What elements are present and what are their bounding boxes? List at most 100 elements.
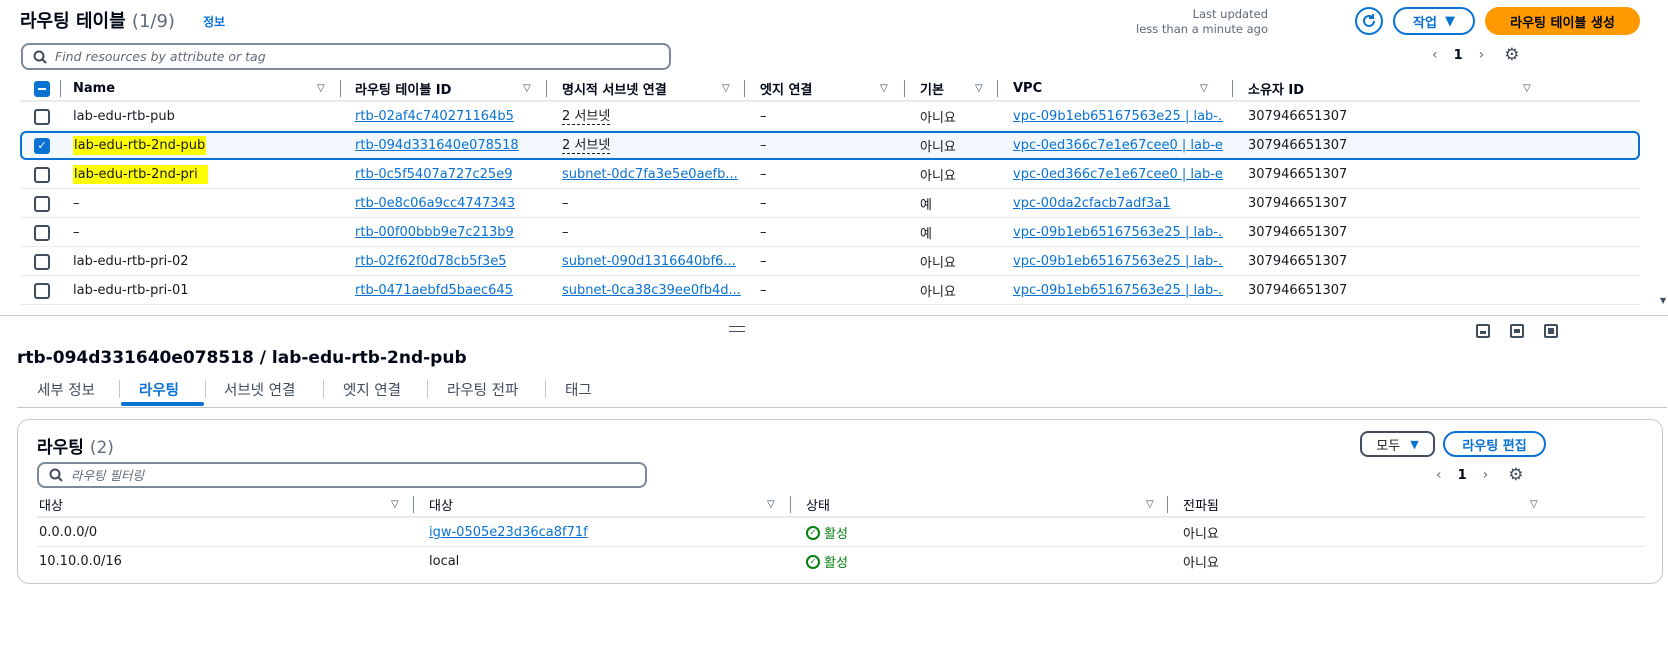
row-checkbox[interactable]	[34, 224, 50, 241]
highlighted-name: lab-edu-rtb-2nd-pub	[73, 136, 207, 155]
search-input[interactable]	[55, 49, 615, 64]
igw-link[interactable]: igw-0505e23d36ca8f71f	[429, 518, 588, 547]
sort-icon: ▽	[317, 83, 325, 94]
panel-full-icon[interactable]	[1544, 324, 1558, 338]
routes-filter-input[interactable]	[71, 467, 611, 483]
caret-down-icon: ▼	[1410, 437, 1419, 451]
vpc-link[interactable]: vpc-09b1eb65167563e25 | lab-...	[1013, 247, 1223, 276]
tab-routes[interactable]: 라우팅	[139, 374, 179, 405]
col-edge[interactable]: 엣지 연결 ▽	[760, 75, 920, 102]
vpc-link[interactable]: vpc-0ed366c7e1e67cee0 | lab-e...	[1013, 131, 1223, 160]
tab-tags[interactable]: 태그	[565, 374, 592, 405]
panel-middle-icon[interactable]	[1510, 324, 1524, 338]
panel-splitter[interactable]	[0, 315, 1668, 316]
subnet-count[interactable]: 2 서브넷	[562, 109, 611, 125]
edit-routes-button[interactable]: 라우팅 편집	[1443, 431, 1546, 457]
next-page-icon[interactable]: ›	[1483, 467, 1489, 483]
vpc-link[interactable]: vpc-00da2cfacb7adf3a1	[1013, 189, 1223, 218]
row-checkbox[interactable]	[34, 195, 50, 212]
route-tables-header: 라우팅 테이블 (1/9) 정보 Last updated less than …	[0, 0, 1668, 40]
table-row[interactable]: – rtb-00f00bbb9e7c213b9 – – 예 vpc-09b1eb…	[20, 218, 1640, 247]
row-checkbox-checked[interactable]: ✓	[34, 137, 50, 154]
info-link[interactable]: 정보	[203, 13, 225, 30]
settings-gear-icon[interactable]: ⚙	[1508, 465, 1523, 485]
actions-button[interactable]: 작업 ▼	[1393, 7, 1475, 35]
subnet-count[interactable]: 2 서브넷	[562, 138, 611, 154]
sort-icon: ▽	[880, 83, 888, 94]
route-tables-table: Name ▽ 라우팅 테이블 ID ▽ 명시적 서브넷 연결 ▽ 엣지 연결 ▽ 기본 ▽…	[20, 75, 1640, 305]
prev-page-icon[interactable]: ‹	[1432, 47, 1438, 63]
route-table-id-link[interactable]: rtb-0e8c06a9cc4747343	[355, 189, 515, 218]
row-checkbox[interactable]	[34, 282, 50, 299]
table-row[interactable]: – rtb-0e8c06a9cc4747343 – – 예 vpc-00da2c…	[20, 189, 1640, 218]
page-title: 라우팅 테이블 (1/9)	[20, 11, 175, 32]
routes-table: 대상 ▽ 대상 ▽ 상태 ▽ 전파됨 ▽ 0.0.0.0/0 igw-0505e23d3…	[37, 491, 1645, 576]
table-row[interactable]: lab-edu-rtb-pub rtb-02af4c740271164b5 2 …	[20, 102, 1640, 131]
filter-all-dropdown[interactable]: 모두 ▼	[1360, 431, 1435, 457]
col-destination[interactable]: 대상 ▽	[39, 491, 401, 518]
next-page-icon[interactable]: ›	[1479, 47, 1485, 63]
col-propagated[interactable]: 전파됨 ▽	[1183, 491, 1543, 518]
refresh-button[interactable]	[1355, 7, 1383, 35]
col-vpc[interactable]: VPC ▽	[1013, 75, 1233, 102]
panel-bottom-icon[interactable]	[1476, 324, 1490, 338]
tab-subnet-associations[interactable]: 서브넷 연결	[224, 374, 295, 405]
search-field[interactable]	[21, 43, 671, 70]
create-route-table-button[interactable]: 라우팅 테이블 생성	[1485, 7, 1640, 35]
status-active: 활성	[824, 556, 848, 571]
refresh-icon	[1363, 14, 1375, 27]
route-table-id-link[interactable]: rtb-0471aebfd5baec645	[355, 276, 513, 305]
col-target[interactable]: 대상 ▽	[429, 491, 779, 518]
scroll-down-icon[interactable]: ▼	[1660, 296, 1666, 305]
vpc-link[interactable]: vpc-09b1eb65167563e25 | lab-...	[1013, 218, 1223, 247]
row-checkbox[interactable]	[34, 166, 50, 183]
sort-icon: ▽	[1146, 499, 1154, 510]
select-all-checkbox[interactable]	[34, 80, 50, 97]
route-table-id-link[interactable]: rtb-02af4c740271164b5	[355, 102, 514, 131]
drag-handle-icon[interactable]	[729, 326, 745, 332]
routes-title: 라우팅 (2)	[37, 438, 114, 458]
col-explicit-subnet[interactable]: 명시적 서브넷 연결 ▽	[562, 75, 757, 102]
table-row[interactable]: lab-edu-rtb-pri-02 rtb-02f62f0d78cb5f3e5…	[20, 247, 1640, 276]
col-route-table-id[interactable]: 라우팅 테이블 ID ▽	[355, 75, 547, 102]
col-name[interactable]: Name ▽	[73, 75, 338, 102]
tab-edge-associations[interactable]: 엣지 연결	[343, 374, 401, 405]
col-status[interactable]: 상태 ▽	[806, 491, 1166, 518]
subnet-link[interactable]: subnet-090d1316640bf6...	[562, 247, 742, 276]
table-row[interactable]: lab-edu-rtb-pri-01 rtb-0471aebfd5baec645…	[20, 276, 1640, 305]
table-row[interactable]: lab-edu-rtb-2nd-pri rtb-0c5f5407a727c25e…	[20, 160, 1640, 189]
current-page[interactable]: 1	[1454, 48, 1463, 63]
sort-icon: ▽	[1200, 83, 1208, 94]
vertical-scrollbar[interactable]: ▼	[1660, 0, 1668, 315]
subnet-link[interactable]: subnet-0ca38c39ee0fb4d...	[562, 276, 742, 305]
status-active: 활성	[824, 527, 848, 542]
subnet-link[interactable]: subnet-0dc7fa3e5e0aefb...	[562, 160, 742, 189]
tab-route-propagation[interactable]: 라우팅 전파	[447, 374, 518, 405]
active-tab-indicator	[121, 402, 204, 406]
route-table-id-link[interactable]: rtb-00f00bbb9e7c213b9	[355, 218, 514, 247]
route-table-id-link[interactable]: rtb-0c5f5407a727c25e9	[355, 160, 512, 189]
col-main[interactable]: 기본 ▽	[920, 75, 1000, 102]
route-table-id-link[interactable]: rtb-02f62f0d78cb5f3e5	[355, 247, 506, 276]
routes-header-row: 대상 ▽ 대상 ▽ 상태 ▽ 전파됨 ▽	[37, 491, 1645, 518]
route-table-id-link[interactable]: rtb-094d331640e078518	[355, 131, 519, 160]
current-page[interactable]: 1	[1458, 468, 1467, 483]
row-checkbox[interactable]	[34, 108, 50, 125]
routes-filter-field[interactable]	[37, 462, 647, 488]
route-row: 10.10.0.0/16 local ✓ 활성 아니요	[39, 554, 1219, 571]
highlighted-name: lab-edu-rtb-2nd-pri	[73, 165, 208, 184]
sort-icon: ▽	[1523, 83, 1531, 94]
vpc-link[interactable]: vpc-09b1eb65167563e25 | lab-...	[1013, 276, 1223, 305]
prev-page-icon[interactable]: ‹	[1436, 467, 1442, 483]
vpc-link[interactable]: vpc-09b1eb65167563e25 | lab-...	[1013, 102, 1223, 131]
table-row-selected[interactable]: ✓ lab-edu-rtb-2nd-pub rtb-094d331640e078…	[20, 131, 1640, 160]
row-checkbox[interactable]	[34, 253, 50, 270]
routes-count: (2)	[89, 438, 114, 458]
tab-details[interactable]: 세부 정보	[37, 374, 95, 405]
sort-icon: ▽	[1530, 499, 1538, 510]
col-owner-id[interactable]: 소유자 ID ▽	[1248, 75, 1538, 102]
panel-layout-controls	[1476, 324, 1558, 338]
settings-gear-icon[interactable]: ⚙	[1504, 45, 1519, 65]
vpc-link[interactable]: vpc-0ed366c7e1e67cee0 | lab-e...	[1013, 160, 1223, 189]
sort-icon: ▽	[975, 83, 983, 94]
